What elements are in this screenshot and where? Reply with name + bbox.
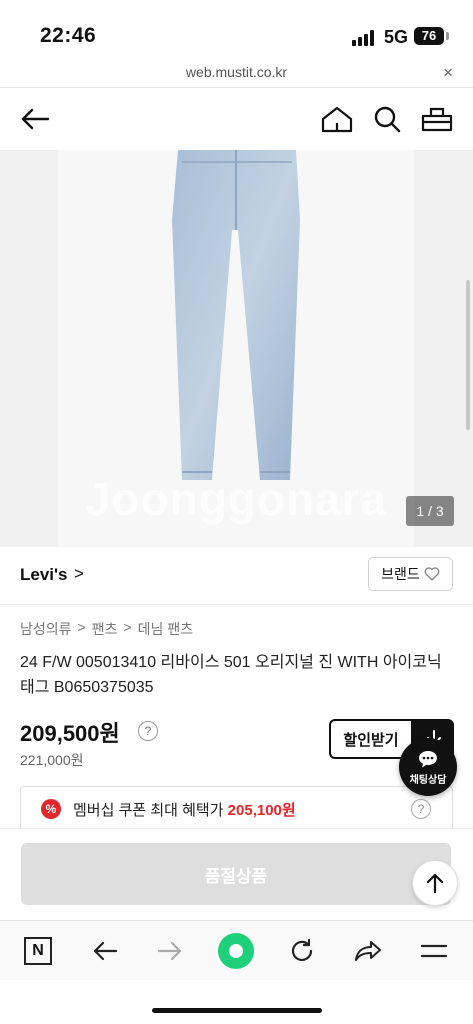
breadcrumb-item[interactable]: 남성의류 — [20, 619, 72, 639]
breadcrumb-separator: > — [77, 619, 86, 635]
watermark: Joonggonara — [84, 473, 388, 525]
breadcrumb-separator: > — [123, 619, 132, 635]
back-icon[interactable] — [85, 931, 125, 971]
url-bar[interactable]: web.mustit.co.kr × — [0, 60, 473, 88]
breadcrumb: 남성의류 > 팬츠 > 데님 팬츠 — [20, 619, 193, 639]
cart-icon[interactable] — [420, 102, 454, 136]
share-icon[interactable] — [348, 931, 388, 971]
discount-button[interactable]: 할인받기 — [329, 719, 413, 759]
browser-toolbar: N — [0, 920, 473, 980]
green-dot-icon[interactable] — [216, 931, 256, 971]
search-icon[interactable] — [370, 102, 404, 136]
breadcrumb-item[interactable]: 데님 팬츠 — [138, 619, 193, 639]
refresh-icon[interactable] — [282, 931, 322, 971]
chat-label: 채팅상담 — [409, 774, 447, 786]
home-icon[interactable] — [320, 102, 354, 136]
back-arrow-icon[interactable] — [18, 102, 52, 136]
menu-icon[interactable] — [414, 931, 454, 971]
sale-price: 209,500원 — [20, 721, 120, 746]
app-header — [0, 88, 473, 150]
status-time: 22:46 — [40, 24, 97, 47]
url-text[interactable]: web.mustit.co.kr — [0, 64, 473, 80]
product-title: 24 F/W 005013410 리바이스 501 오리지널 진 WITH 아이… — [20, 654, 442, 696]
close-icon[interactable]: × — [443, 63, 453, 83]
battery-tip — [446, 32, 449, 40]
home-indicator — [152, 1008, 322, 1013]
heart-icon — [424, 567, 440, 581]
chat-consult-button[interactable]: 채팅상담 — [399, 738, 457, 796]
brand-button-label: 브랜드 — [381, 566, 420, 582]
naver-label: N — [24, 937, 52, 965]
scrollbar[interactable] — [466, 280, 470, 430]
coupon-amount: 205,100원 — [227, 802, 296, 819]
coupon-label: 멤버십 쿠폰 최대 혜택가 — [73, 802, 228, 819]
battery-icon: 76 — [414, 27, 444, 45]
brand-name[interactable]: Levi's — [20, 565, 68, 585]
signal-icon — [352, 30, 378, 46]
jeans-image — [172, 150, 300, 480]
percent-badge-icon: % — [41, 799, 61, 819]
bottom-cta-bar: 품절상품 — [0, 828, 473, 920]
brand-row[interactable]: Levi's > 브랜드 — [0, 547, 473, 605]
coupon-text: 멤버십 쿠폰 최대 혜택가 205,100원 — [73, 799, 296, 820]
soldout-button[interactable]: 품절상품 — [21, 843, 451, 905]
chat-bubble-icon — [419, 750, 437, 767]
image-counter: 1 / 3 — [406, 496, 454, 526]
forward-icon[interactable] — [150, 931, 190, 971]
arrow-up-icon — [426, 873, 444, 894]
scroll-to-top-button[interactable] — [412, 860, 458, 906]
breadcrumb-item[interactable]: 팬츠 — [92, 619, 118, 639]
original-price: 221,000원 — [20, 752, 84, 768]
coupon-box[interactable]: % 멤버십 쿠폰 최대 혜택가 205,100원 ? — [20, 786, 453, 834]
chevron-right-icon[interactable]: > — [74, 564, 84, 584]
status-bar: 22:46 5G 76 — [0, 0, 473, 64]
naver-icon[interactable]: N — [18, 931, 58, 971]
help-icon[interactable]: ? — [411, 799, 431, 819]
brand-like-button[interactable]: 브랜드 — [368, 557, 453, 591]
help-icon[interactable]: ? — [138, 721, 158, 741]
network-label: 5G — [384, 27, 409, 47]
